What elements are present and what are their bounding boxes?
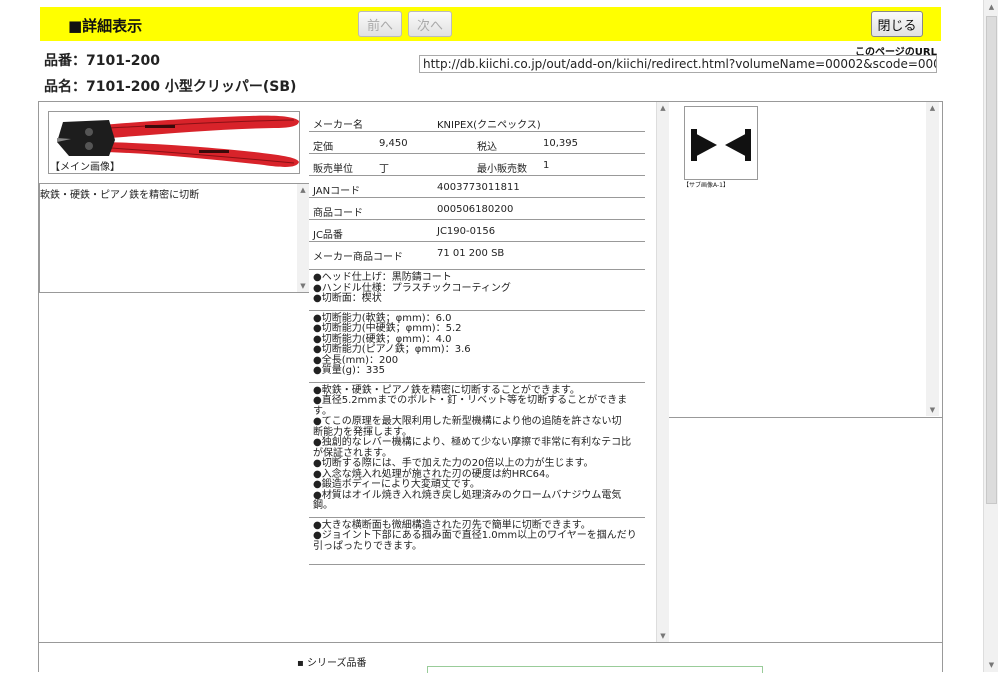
- feature-line: ●切断面：楔状: [313, 293, 382, 304]
- makercode-label: メーカー商品コード: [313, 252, 403, 263]
- window-scrollbar[interactable]: ▲ ▼: [983, 0, 998, 672]
- scroll-up-icon[interactable]: ▲: [926, 104, 939, 112]
- spec-row-unit: 販売単位 丁 最小販売数 1: [309, 154, 645, 176]
- feature-line: ●鍛造ボディーにより大変頑丈です。: [313, 479, 480, 490]
- header-bar: ■詳細表示 前へ 次へ 閉じる: [40, 7, 941, 41]
- next-button[interactable]: 次へ: [408, 11, 452, 37]
- feature-line: ●材質はオイル焼き入れ焼き戻し処理済みのクロームバナジウム電気: [313, 489, 622, 501]
- makercode-value: 71 01 200 SB: [437, 248, 505, 259]
- feature-line: ●切断能力(中硬鉄；φmm)：5.2: [313, 323, 462, 334]
- jc-value: JC190-0156: [437, 226, 496, 237]
- unit-value: 丁: [379, 164, 389, 175]
- feature-line: ●ヘッド仕上げ：黒防錆コート: [313, 272, 452, 283]
- scroll-up-icon[interactable]: ▲: [297, 186, 309, 194]
- feature-line: ●質量(g)：335: [313, 365, 385, 376]
- feature-line: ●切断能力(ピアノ鉄；φmm)：3.6: [313, 344, 471, 355]
- page-title: ■詳細表示: [68, 17, 143, 35]
- detail-frame: 【メイン画像】 軟鉄・硬鉄・ピアノ鉄を精密に切断 ▲ ▼ メーカー名 KNIPE…: [38, 101, 943, 643]
- series-label: ▪ シリーズ品番: [297, 658, 367, 669]
- right-pane-scrollbar[interactable]: ▲ ▼: [926, 102, 939, 416]
- prev-button[interactable]: 前へ: [358, 11, 402, 37]
- feature-block-4: ●大きな横断面も微細構造された刃先で簡単に切断できます。 ●ジョイント下部にある…: [309, 518, 645, 565]
- tax-value: 10,395: [543, 138, 578, 149]
- sub-image: [684, 106, 758, 180]
- code-label: 商品コード: [313, 208, 363, 219]
- scroll-down-icon[interactable]: ▼: [926, 406, 939, 414]
- series-section: ▪ シリーズ品番: [38, 643, 943, 673]
- spec-row-maker: メーカー名 KNIPEX(クニペックス): [309, 110, 645, 132]
- jan-value: 4003773011811: [437, 182, 520, 193]
- spec-scrollbar[interactable]: ▲ ▼: [656, 102, 669, 642]
- description-scrollbar[interactable]: ▲ ▼: [297, 184, 309, 292]
- feature-line: 鋼。: [313, 500, 333, 511]
- price-label: 定価: [313, 142, 333, 153]
- spec-row-code: 商品コード 000506180200: [309, 198, 645, 220]
- jc-label: JC品番: [313, 230, 343, 241]
- cut-shape-image: [691, 129, 751, 161]
- feature-block-1: ●ヘッド仕上げ：黒防錆コート ●ハンドル仕様：プラスチックコーティング ●切断面…: [309, 270, 645, 311]
- scroll-up-icon[interactable]: ▲: [984, 3, 998, 11]
- min-label: 最小販売数: [477, 164, 527, 175]
- spec-row-makercode: メーカー商品コード 71 01 200 SB: [309, 242, 645, 270]
- feature-block-3: ●軟鉄・硬鉄・ピアノ鉄を精密に切断することができます。 ●直径5.2mmまでのボ…: [309, 383, 645, 518]
- product-number: 品番：7101-200: [44, 53, 160, 69]
- main-image-caption: 【メイン画像】: [50, 162, 120, 173]
- maker-value: KNIPEX(クニペックス): [437, 120, 541, 131]
- scroll-up-icon[interactable]: ▲: [657, 104, 669, 112]
- spec-row-jc: JC品番 JC190-0156: [309, 220, 645, 242]
- maker-label: メーカー名: [313, 120, 363, 131]
- close-button[interactable]: 閉じる: [871, 11, 923, 37]
- feature-line: 引っぱったりできます。: [313, 540, 422, 552]
- feature-line: ●直径5.2mmまでのボルト・釘・リベット等を切断することができます。: [313, 395, 628, 417]
- tax-label: 税込: [477, 142, 497, 153]
- main-image: 【メイン画像】: [48, 111, 300, 174]
- description-text: 軟鉄・硬鉄・ピアノ鉄を精密に切断: [40, 190, 200, 201]
- feature-line: ●独創的なレバー機構により、極めて少ない摩擦で非常に有利なテコ比: [313, 437, 632, 448]
- jan-label: JANコード: [313, 186, 361, 197]
- scroll-down-icon[interactable]: ▼: [657, 632, 669, 640]
- product-name: 品名：7101-200 小型クリッパー(SB): [44, 79, 297, 95]
- feature-block-2: ●切断能力(軟鉄；φmm)：6.0 ●切断能力(中硬鉄；φmm)：5.2 ●切断…: [309, 311, 645, 383]
- min-value: 1: [543, 160, 550, 171]
- spec-table: メーカー名 KNIPEX(クニペックス) 定価 9,450 税込 10,395 …: [309, 110, 645, 565]
- scroll-down-icon[interactable]: ▼: [297, 282, 309, 290]
- price-value: 9,450: [379, 138, 408, 149]
- spec-row-price: 定価 9,450 税込 10,395: [309, 132, 645, 154]
- description-box[interactable]: 軟鉄・硬鉄・ピアノ鉄を精密に切断 ▲ ▼: [39, 183, 309, 293]
- page-url-field[interactable]: http://db.kiichi.co.jp/out/add-on/kiichi…: [419, 55, 937, 73]
- scroll-down-icon[interactable]: ▼: [984, 661, 998, 669]
- code-value: 000506180200: [437, 204, 514, 215]
- feature-line: ●てこの原理を最大限利用した新型機構により他の追随を許さない切: [313, 416, 622, 427]
- right-pane-divider: [669, 417, 942, 418]
- spec-row-jan: JANコード 4003773011811: [309, 176, 645, 198]
- sub-image-caption: 【サブ画像A-1】: [683, 182, 729, 189]
- feature-line: ●切断する際には、手で加えた力の20倍以上の力が生じます。: [313, 458, 594, 469]
- unit-label: 販売単位: [313, 164, 353, 175]
- feature-line: ●ジョイント下部にある掴み面で直径1.0mm以上のワイヤーを掴んだり: [313, 530, 637, 541]
- scrollbar-thumb[interactable]: [986, 16, 997, 504]
